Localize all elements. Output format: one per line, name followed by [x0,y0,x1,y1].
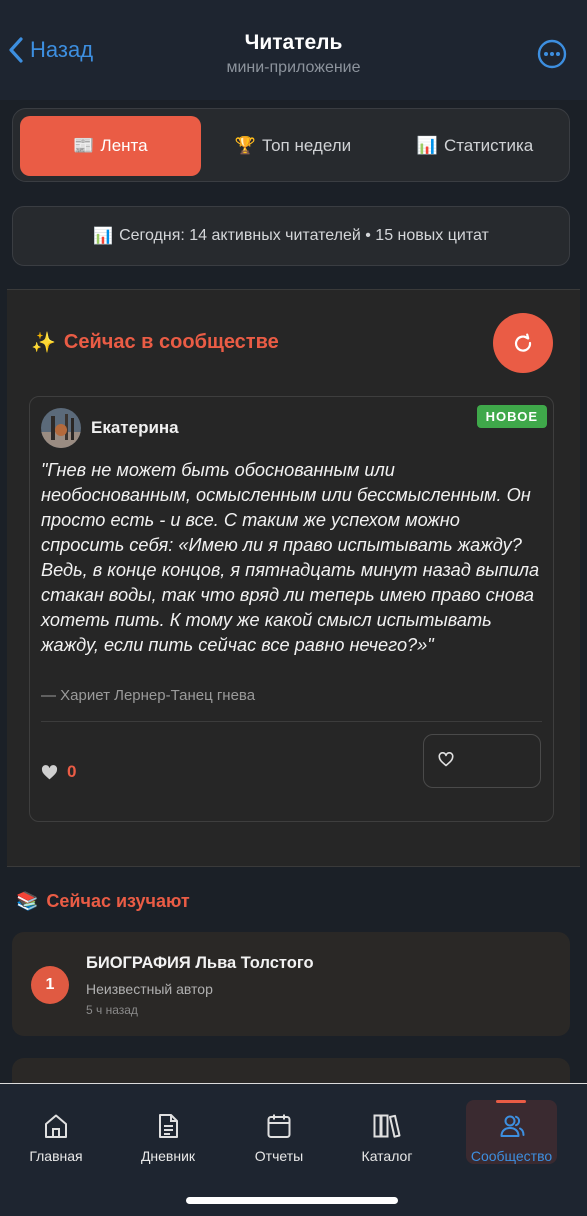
page-title: Читатель [244,31,343,54]
nav-community[interactable]: Сообщество [466,1100,557,1164]
divider [41,721,542,722]
nav-home-label: Главная [29,1148,83,1164]
books-icon [373,1114,401,1138]
learning-title: Сейчас изучают [46,891,190,911]
nav-diary[interactable]: Дневник [132,1100,204,1164]
trophy-icon: 🏆 [234,136,257,155]
learning-heading: 📚 Сейчас изучают [16,891,190,912]
bar-chart-icon: 📊 [93,228,114,245]
users-icon [500,1115,524,1137]
quote-author-username: Екатерина [91,418,179,437]
calendar-icon [267,1114,291,1138]
home-indicator [186,1197,398,1204]
top-bar: Назад Читатель мини-приложение [0,0,587,100]
tab-statistics[interactable]: 📊 Статистика [388,116,562,176]
sparkles-icon: ✨ [31,332,56,354]
books-icon: 📚 [16,891,39,911]
nav-catalog-label: Каталог [361,1148,413,1164]
nav-reports[interactable]: Отчеты [246,1100,312,1164]
tab-bar: 📰 Лента 🏆 Топ недели 📊 Статистика [12,108,570,182]
refresh-icon [514,333,532,352]
quote-card: Екатерина НОВОЕ "Гнев не может быть обос… [29,396,554,822]
tab-feed[interactable]: 📰 Лента [20,116,201,176]
nav-community-label: Сообщество [470,1148,553,1164]
quote-text: "Гнев не может быть обоснованным или нео… [41,460,540,655]
tab-top-week-label: Топ недели [262,136,352,155]
daily-stats-text: Сегодня: 14 активных читателей • 15 новы… [119,227,489,244]
avatar[interactable] [41,408,81,448]
page-subtitle: мини-приложение [226,59,361,76]
rank-badge: 1 [31,966,69,1004]
tab-statistics-label: Статистика [443,136,534,155]
tab-top-week[interactable]: 🏆 Топ недели [208,116,378,176]
community-section: ✨ Сейчас в сообществе Екатерина НОВОЕ "Г… [7,289,580,867]
tab-feed-label: Лента [100,136,148,155]
likes-count: 0 [67,762,77,781]
nav-catalog[interactable]: Каталог [354,1100,420,1164]
heart-icon [41,764,58,779]
active-indicator [496,1100,526,1103]
quote-source: — Хариет Лернер-Танец гнева [41,687,256,704]
nav-diary-label: Дневник [140,1148,196,1164]
book-title: БИОГРАФИЯ Льва Толстого [86,954,314,972]
likes-counter[interactable]: 0 [41,762,76,782]
like-button[interactable] [423,734,541,788]
newspaper-icon: 📰 [73,136,95,155]
refresh-button[interactable] [493,313,553,373]
book-author: Неизвестный автор [86,981,213,997]
more-options-icon[interactable] [537,39,567,69]
list-item[interactable]: 1 БИОГРАФИЯ Льва Толстого Неизвестный ав… [12,932,570,1036]
nav-home[interactable]: Главная [22,1100,90,1164]
daily-stats-banner: 📊 Сегодня: 14 активных читателей • 15 но… [12,206,570,266]
community-heading: ✨ Сейчас в сообществе [31,330,279,355]
new-badge: НОВОЕ [476,405,547,428]
nav-reports-label: Отчеты [254,1148,304,1164]
book-timestamp: 5 ч назад [86,1003,138,1017]
heart-outline-icon [438,752,454,767]
home-icon [45,1114,67,1138]
document-icon [159,1114,178,1138]
bar-chart-icon: 📊 [416,136,438,155]
community-title: Сейчас в сообществе [63,331,279,353]
